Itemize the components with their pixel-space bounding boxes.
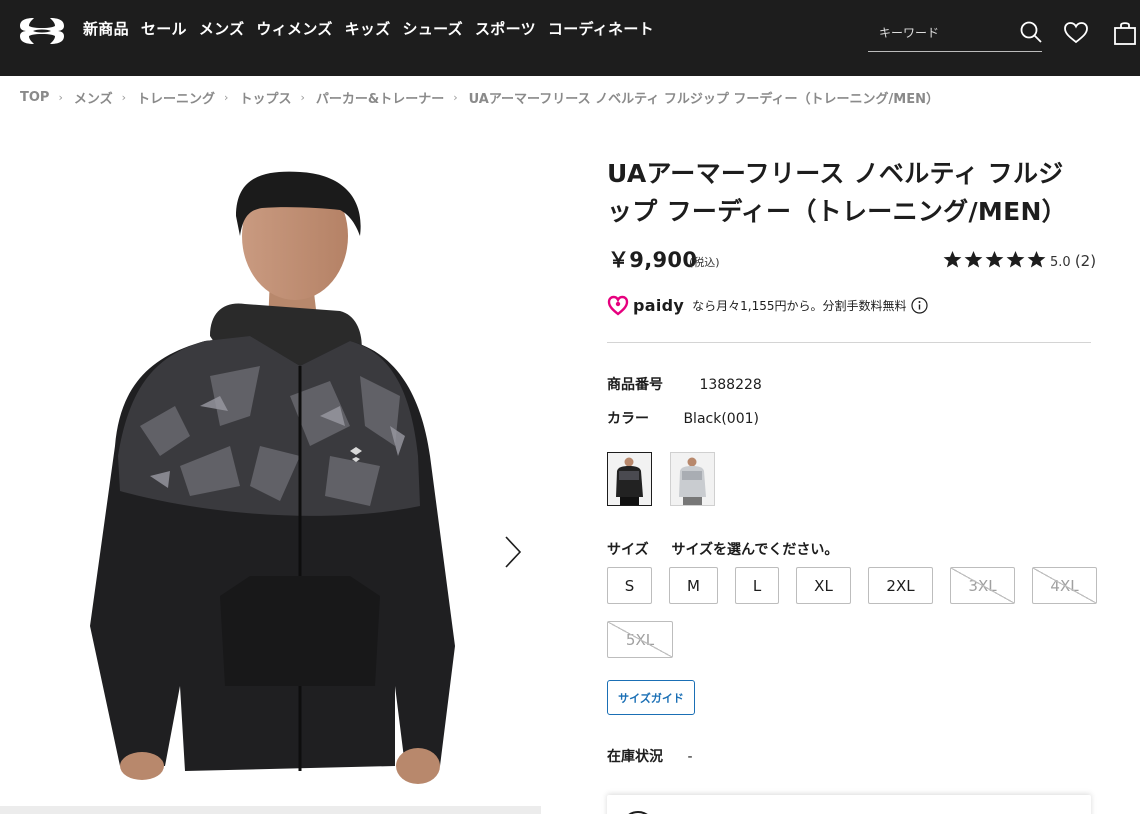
- chevron-right-icon: ›: [224, 91, 229, 104]
- paidy-text: なら月々1,155円から。分割手数料無料: [692, 298, 907, 313]
- stock-label: 在庫状況: [607, 749, 663, 765]
- review-count: (2): [1074, 252, 1097, 270]
- star-icon: [1006, 250, 1025, 268]
- size-button-s[interactable]: S: [607, 567, 652, 604]
- size-button-5xl: 5XL: [607, 621, 673, 658]
- nav-kids[interactable]: キッズ: [345, 18, 391, 39]
- nav-new[interactable]: 新商品: [83, 18, 129, 39]
- paidy-logo-icon: [607, 295, 629, 316]
- star-icon: [1027, 250, 1046, 268]
- tax-note: (税込): [689, 256, 720, 269]
- chevron-right-icon: ›: [58, 91, 63, 104]
- paidy-promo: paidy なら月々1,155円から。分割手数料無料: [607, 294, 929, 316]
- product-number-value: 1388228: [699, 377, 762, 393]
- star-icon: [985, 250, 1004, 268]
- rating-stars[interactable]: [943, 250, 1046, 269]
- nav-womens[interactable]: ウィメンズ: [256, 18, 332, 39]
- main-nav: 新商品 セール メンズ ウィメンズ キッズ シューズ スポーツ コーディネート: [83, 18, 654, 39]
- size-button-4xl: 4XL: [1032, 567, 1097, 604]
- rating-value[interactable]: 5.0 (2): [1050, 252, 1096, 270]
- size-button-xl[interactable]: XL: [796, 567, 851, 604]
- search-box: [868, 16, 1042, 52]
- product-image: [90, 171, 455, 784]
- product-price: ￥9,900: [608, 248, 698, 272]
- rating-score: 5.0: [1050, 255, 1071, 270]
- breadcrumb-top[interactable]: TOP: [20, 90, 49, 105]
- star-icon: [943, 250, 962, 268]
- product-image-gallery: [0, 126, 541, 814]
- color-swatch-black[interactable]: [607, 452, 652, 506]
- shopping-bag-icon[interactable]: [1112, 20, 1138, 46]
- chevron-right-icon: ›: [453, 91, 458, 104]
- chevron-right-icon: ›: [300, 91, 305, 104]
- nav-sports[interactable]: スポーツ: [475, 18, 536, 39]
- nav-coordinate[interactable]: コーディネート: [548, 18, 654, 39]
- size-prompt: サイズを選んでください。: [671, 542, 839, 558]
- search-input[interactable]: [868, 16, 1008, 50]
- divider: [607, 342, 1091, 343]
- star-icon: [964, 250, 983, 268]
- color-label: カラー: [607, 411, 649, 427]
- size-button-m[interactable]: M: [669, 567, 718, 604]
- info-icon[interactable]: [911, 296, 929, 314]
- breadcrumb-training[interactable]: トレーニング: [137, 88, 215, 107]
- color-swatch-gray[interactable]: [670, 452, 715, 506]
- stock-value: -: [687, 749, 693, 765]
- store-stock-card[interactable]: [607, 795, 1091, 814]
- breadcrumb: TOP › メンズ › トレーニング › トップス › パーカー&トレーナー ›…: [20, 88, 939, 107]
- size-guide-button[interactable]: サイズガイド: [607, 680, 695, 715]
- chevron-right-icon[interactable]: [498, 534, 526, 570]
- size-label: サイズ: [607, 542, 649, 558]
- product-number-row: 商品番号 1388228: [607, 374, 762, 394]
- nav-mens[interactable]: メンズ: [199, 18, 245, 39]
- size-button-2xl[interactable]: 2XL: [868, 567, 933, 604]
- breadcrumb-mens[interactable]: メンズ: [74, 88, 113, 107]
- breadcrumb-hoodies[interactable]: パーカー&トレーナー: [316, 88, 444, 107]
- stock-status: 在庫状況 -: [607, 746, 693, 766]
- size-button-3xl: 3XL: [950, 567, 1015, 604]
- heart-icon[interactable]: [1063, 20, 1089, 46]
- size-button-l[interactable]: L: [735, 567, 779, 604]
- breadcrumb-current: UAアーマーフリース ノベルティ フルジップ フーディー（トレーニング/MEN）: [468, 92, 939, 107]
- site-header: 新商品 セール メンズ ウィメンズ キッズ シューズ スポーツ コーディネート: [0, 0, 1140, 76]
- paidy-brand: paidy: [633, 295, 685, 315]
- color-value: Black(001): [683, 411, 759, 427]
- search-icon[interactable]: [1020, 21, 1042, 43]
- gallery-scrollbar[interactable]: [0, 806, 541, 814]
- under-armour-logo[interactable]: [19, 17, 65, 45]
- chevron-right-icon: ›: [121, 91, 127, 104]
- size-heading: サイズ サイズを選んでください。: [607, 539, 838, 559]
- nav-shoes[interactable]: シューズ: [403, 18, 463, 39]
- color-row: カラー Black(001): [607, 408, 759, 428]
- product-number-label: 商品番号: [607, 377, 663, 393]
- nav-sale[interactable]: セール: [141, 18, 187, 39]
- breadcrumb-tops[interactable]: トップス: [239, 88, 291, 107]
- product-title: UAアーマーフリース ノベルティ フルジップ フーディー（トレーニング/MEN）: [607, 159, 1067, 226]
